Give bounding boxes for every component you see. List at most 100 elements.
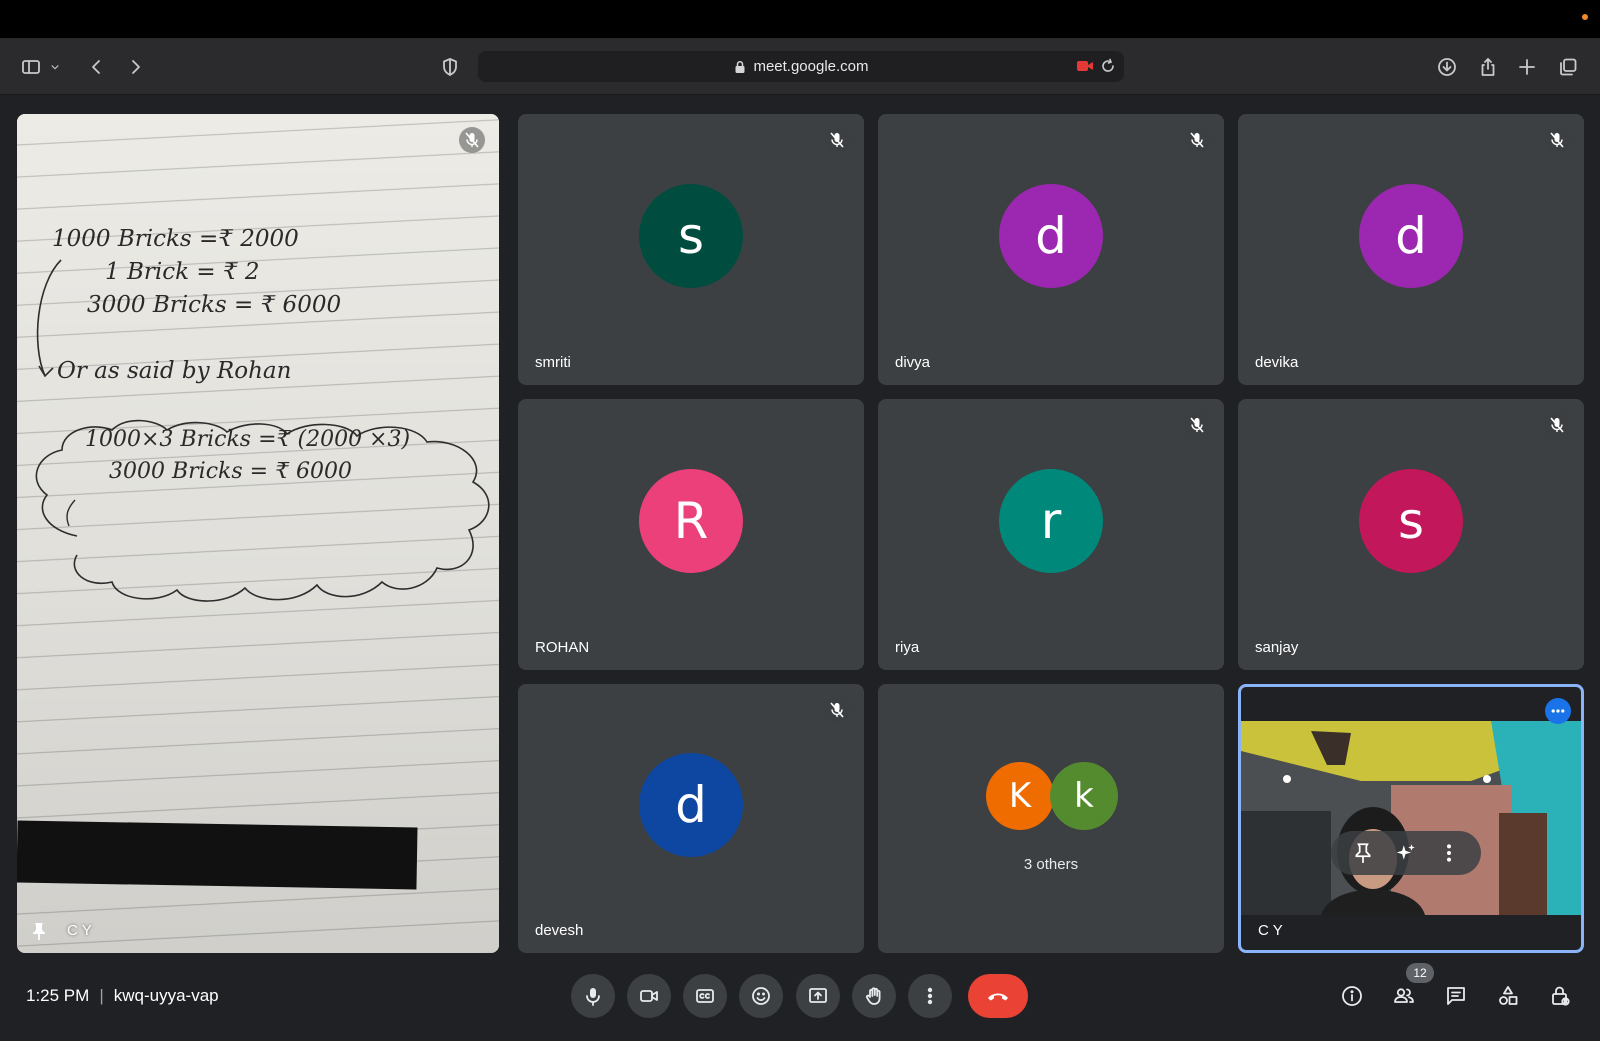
others-tile[interactable]: K k 3 others [878,684,1224,953]
present-screen-icon [809,988,827,1003]
lock-person-icon [1552,986,1570,1006]
chat-icon [1447,987,1465,1005]
host-controls-button[interactable] [1542,978,1578,1014]
emoji-icon [752,987,770,1005]
muted-mic-icon [1544,412,1570,438]
participant-tile-devika[interactable]: d devika [1238,114,1584,385]
muted-mic-icon [1184,127,1210,153]
participant-name: devesh [535,922,584,939]
shield-icon[interactable] [435,52,465,82]
meeting-info: 1:25 PM | kwq-uyya-vap [26,986,219,1006]
more-options-icon[interactable] [1545,698,1571,724]
participant-name: sanjay [1255,639,1299,656]
participant-tile-devesh[interactable]: d devesh [518,684,864,953]
camera-in-use-icon[interactable] [1076,58,1094,74]
chevron-down-icon[interactable] [46,52,64,82]
info-icon [1342,986,1362,1006]
muted-mic-icon [1544,127,1570,153]
raise-hand-button[interactable] [852,974,896,1018]
more-vert-icon[interactable] [1438,842,1460,864]
reactions-button[interactable] [739,974,783,1018]
note-line-4: Or as said by Rohan [57,358,291,384]
chat-button[interactable] [1438,978,1474,1014]
participant-name: smriti [535,354,571,371]
microphone-icon [586,988,600,1006]
participant-tile-rohan[interactable]: R ROHAN [518,399,864,670]
pin-icon[interactable] [29,921,49,941]
avatar: R [639,468,743,573]
participant-tile-divya[interactable]: d divya [878,114,1224,385]
download-icon[interactable] [1432,52,1462,82]
self-view-tile[interactable]: C Y [1238,684,1584,953]
separator: | [99,986,104,1005]
note-line-2: 1 Brick = ₹ 2 [105,259,260,285]
people-button[interactable] [1386,978,1422,1014]
system-bar [0,0,1600,38]
handwritten-notes: 1000 Bricks =₹ 2000 1 Brick = ₹ 2 3000 B… [35,226,490,602]
meet-window: meet.google.com 1000 Bricks =₹ 2000 1 Br… [0,0,1600,1041]
sparkle-effects-icon[interactable] [1395,842,1417,864]
self-video-frame [1241,721,1581,915]
new-tab-plus-icon[interactable] [1512,52,1542,82]
note-line-3: 3000 Bricks = ₹ 6000 [87,292,341,318]
avatar: d [1359,183,1463,288]
meeting-controls-bar: 1:25 PM | kwq-uyya-vap 12 [0,950,1600,1041]
more-vert-icon [927,987,933,1005]
reload-icon[interactable] [1100,58,1116,74]
avatar: s [1359,468,1463,573]
others-count-label: 3 others [1023,856,1079,873]
activities-button[interactable] [1490,978,1526,1014]
meeting-time: 1:25 PM [26,986,90,1005]
black-tape [17,820,418,890]
presenter-tile[interactable]: 1000 Bricks =₹ 2000 1 Brick = ₹ 2 3000 B… [17,114,499,953]
back-arrow-icon[interactable] [82,52,112,82]
participant-name: ROHAN [535,639,590,656]
present-screen-button[interactable] [796,974,840,1018]
muted-mic-icon [824,127,850,153]
self-video [1241,721,1581,915]
self-tile-controls [1331,831,1481,875]
sidebar-toggle-icon[interactable] [16,52,46,82]
note-line-5: 1000×3 Bricks =₹ (2000 ×3) [85,427,410,452]
address-bar[interactable]: meet.google.com [478,51,1124,82]
avatar: s [639,183,743,288]
meeting-code: kwq-uyya-vap [113,986,219,1005]
browser-toolbar: meet.google.com [0,38,1600,95]
more-options-button[interactable] [908,974,952,1018]
participant-name: C Y [1258,922,1283,939]
tab-overview-icon[interactable] [1553,52,1583,82]
camera-button[interactable] [627,974,671,1018]
pin-icon[interactable] [1352,842,1374,864]
participant-tile-riya[interactable]: r riya [878,399,1224,670]
note-line-6: 3000 Bricks = ₹ 6000 [109,459,352,484]
forward-arrow-icon[interactable] [120,52,150,82]
participant-name: C Y [67,922,92,939]
muted-mic-icon [459,127,485,153]
activities-icon [1499,986,1518,1005]
recording-indicator-dot [1582,14,1588,20]
hand-icon [865,987,881,1005]
muted-mic-icon [1184,412,1210,438]
participant-name: devika [1255,354,1299,371]
avatar: d [999,183,1103,288]
url-text: meet.google.com [753,58,869,75]
participant-name: divya [895,354,931,371]
avatar: k [1050,762,1118,830]
microphone-button[interactable] [571,974,615,1018]
meeting-details-button[interactable] [1334,978,1370,1014]
note-line-1: 1000 Bricks =₹ 2000 [52,226,299,252]
share-icon[interactable] [1473,52,1503,82]
avatar: K [986,762,1054,830]
video-camera-icon [640,990,658,1002]
participant-tile-sanjay[interactable]: s sanjay [1238,399,1584,670]
leave-call-button[interactable] [968,974,1028,1018]
hang-up-icon [988,993,1008,1001]
closed-captions-icon [696,989,714,1003]
people-icon [1394,988,1414,1003]
muted-mic-icon [824,697,850,723]
avatar: d [639,752,743,857]
participant-tile-smriti[interactable]: s smriti [518,114,864,385]
lock-icon [735,60,745,73]
avatar: r [999,468,1103,573]
captions-button[interactable] [683,974,727,1018]
